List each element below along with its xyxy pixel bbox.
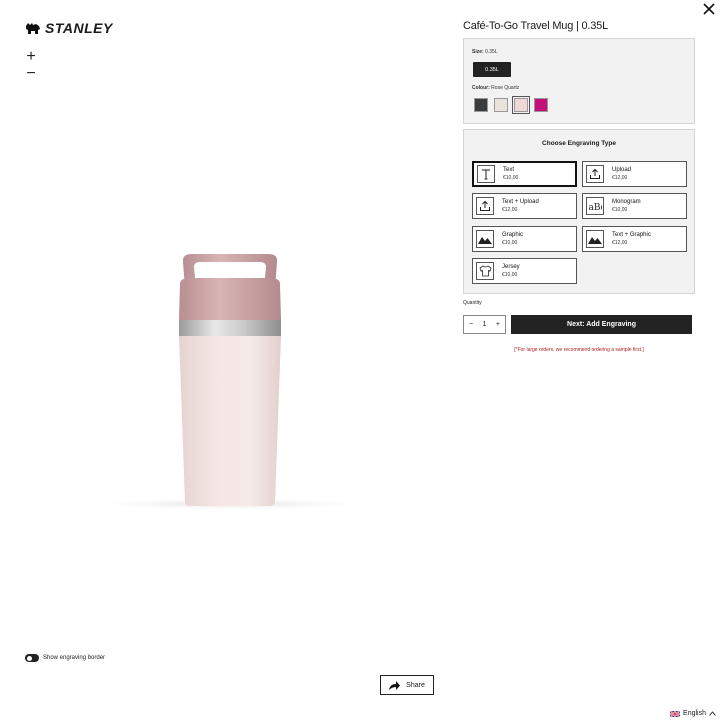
upload-icon	[586, 165, 604, 183]
jersey-icon	[476, 262, 494, 280]
engraving-option-monogram[interactable]: aBc Monogram €10,00	[582, 193, 687, 219]
colour-swatch[interactable]	[534, 98, 548, 112]
large-order-notice: [*For large orders, we recommend orderin…	[514, 347, 644, 353]
engraving-section-title: Choose Engraving Type	[542, 140, 616, 147]
engraving-border-toggle-row: Show engraving border	[25, 654, 105, 662]
colour-value: Rose Quartz	[491, 85, 520, 91]
engraving-option-price: €12,00	[612, 175, 628, 181]
product-title: Café-To-Go Travel Mug | 0.35L	[463, 20, 609, 32]
colour-swatch-selected[interactable]	[512, 96, 530, 114]
mountain-icon	[476, 230, 494, 248]
engraving-option-name: Text	[503, 167, 515, 173]
product-options: Size: 0.35L 0.35L Colour: Rose Quartz	[463, 38, 695, 124]
language-label: English	[683, 710, 706, 717]
colour-swatch[interactable]	[474, 98, 488, 112]
colour-label: Colour:	[472, 85, 490, 91]
engraving-option-text-graphic[interactable]: Text + Graphic €12,00	[582, 226, 687, 252]
engraving-option-price: €10,00	[502, 272, 518, 278]
size-option-0-35l[interactable]: 0.35L	[473, 62, 511, 77]
share-label: Share	[406, 681, 425, 689]
engraving-border-label: Show engraving border	[43, 655, 106, 661]
engraving-option-name: Graphic	[502, 232, 524, 238]
size-label-row: Size: 0.35L	[472, 49, 498, 55]
close-icon[interactable]	[702, 2, 716, 16]
upload-icon	[476, 197, 494, 215]
engraving-type-section: Choose Engraving Type Text €10,00 Upload €…	[463, 129, 695, 294]
engraving-option-name: Upload	[612, 167, 632, 173]
svg-text:aBc: aBc	[589, 203, 603, 212]
product-image-stage[interactable]	[0, 0, 460, 720]
engraving-option-name: Text + Graphic	[612, 232, 651, 238]
engraving-option-name: Text + Upload	[502, 199, 539, 205]
size-value: 0.35L	[485, 49, 498, 55]
share-icon	[389, 680, 401, 690]
colour-swatches	[474, 96, 548, 114]
engraving-option-price: €12,00	[612, 240, 628, 246]
engraving-option-upload[interactable]: Upload €12,00	[582, 161, 687, 187]
next-add-engraving-button[interactable]: Next: Add Engraving	[511, 315, 692, 334]
colour-swatch[interactable]	[494, 98, 508, 112]
uk-flag-icon	[670, 710, 681, 717]
size-label: Size:	[472, 49, 484, 55]
engraving-option-name: Monogram	[612, 199, 641, 205]
language-selector[interactable]: English	[670, 710, 716, 717]
quantity-decrease-button[interactable]: −	[469, 321, 473, 328]
mug-image	[80, 254, 380, 510]
engraving-option-price: €10,00	[612, 207, 628, 213]
engraving-option-price: €10,00	[503, 175, 519, 181]
share-button[interactable]: Share	[380, 675, 434, 695]
chevron-up-icon	[709, 711, 716, 716]
mountain-icon	[586, 230, 604, 248]
engraving-border-toggle[interactable]	[25, 654, 39, 662]
engraving-option-graphic[interactable]: Graphic €10,00	[472, 226, 577, 252]
quantity-increase-button[interactable]: +	[496, 321, 500, 328]
engraving-option-price: €12,00	[502, 207, 518, 213]
quantity-value[interactable]: 1	[483, 321, 487, 328]
engraving-option-jersey[interactable]: Jersey €10,00	[472, 258, 577, 284]
monogram-icon: aBc	[586, 197, 604, 215]
colour-label-row: Colour: Rose Quartz	[472, 85, 519, 91]
engraving-option-text[interactable]: Text €10,00	[472, 161, 577, 187]
text-icon	[477, 165, 495, 183]
quantity-label: Quantity	[463, 300, 482, 306]
engraving-option-text-upload[interactable]: Text + Upload €12,00	[472, 193, 577, 219]
engraving-option-price: €10,00	[502, 240, 518, 246]
quantity-stepper: − 1 +	[463, 315, 506, 334]
engraving-option-name: Jersey	[502, 264, 520, 270]
